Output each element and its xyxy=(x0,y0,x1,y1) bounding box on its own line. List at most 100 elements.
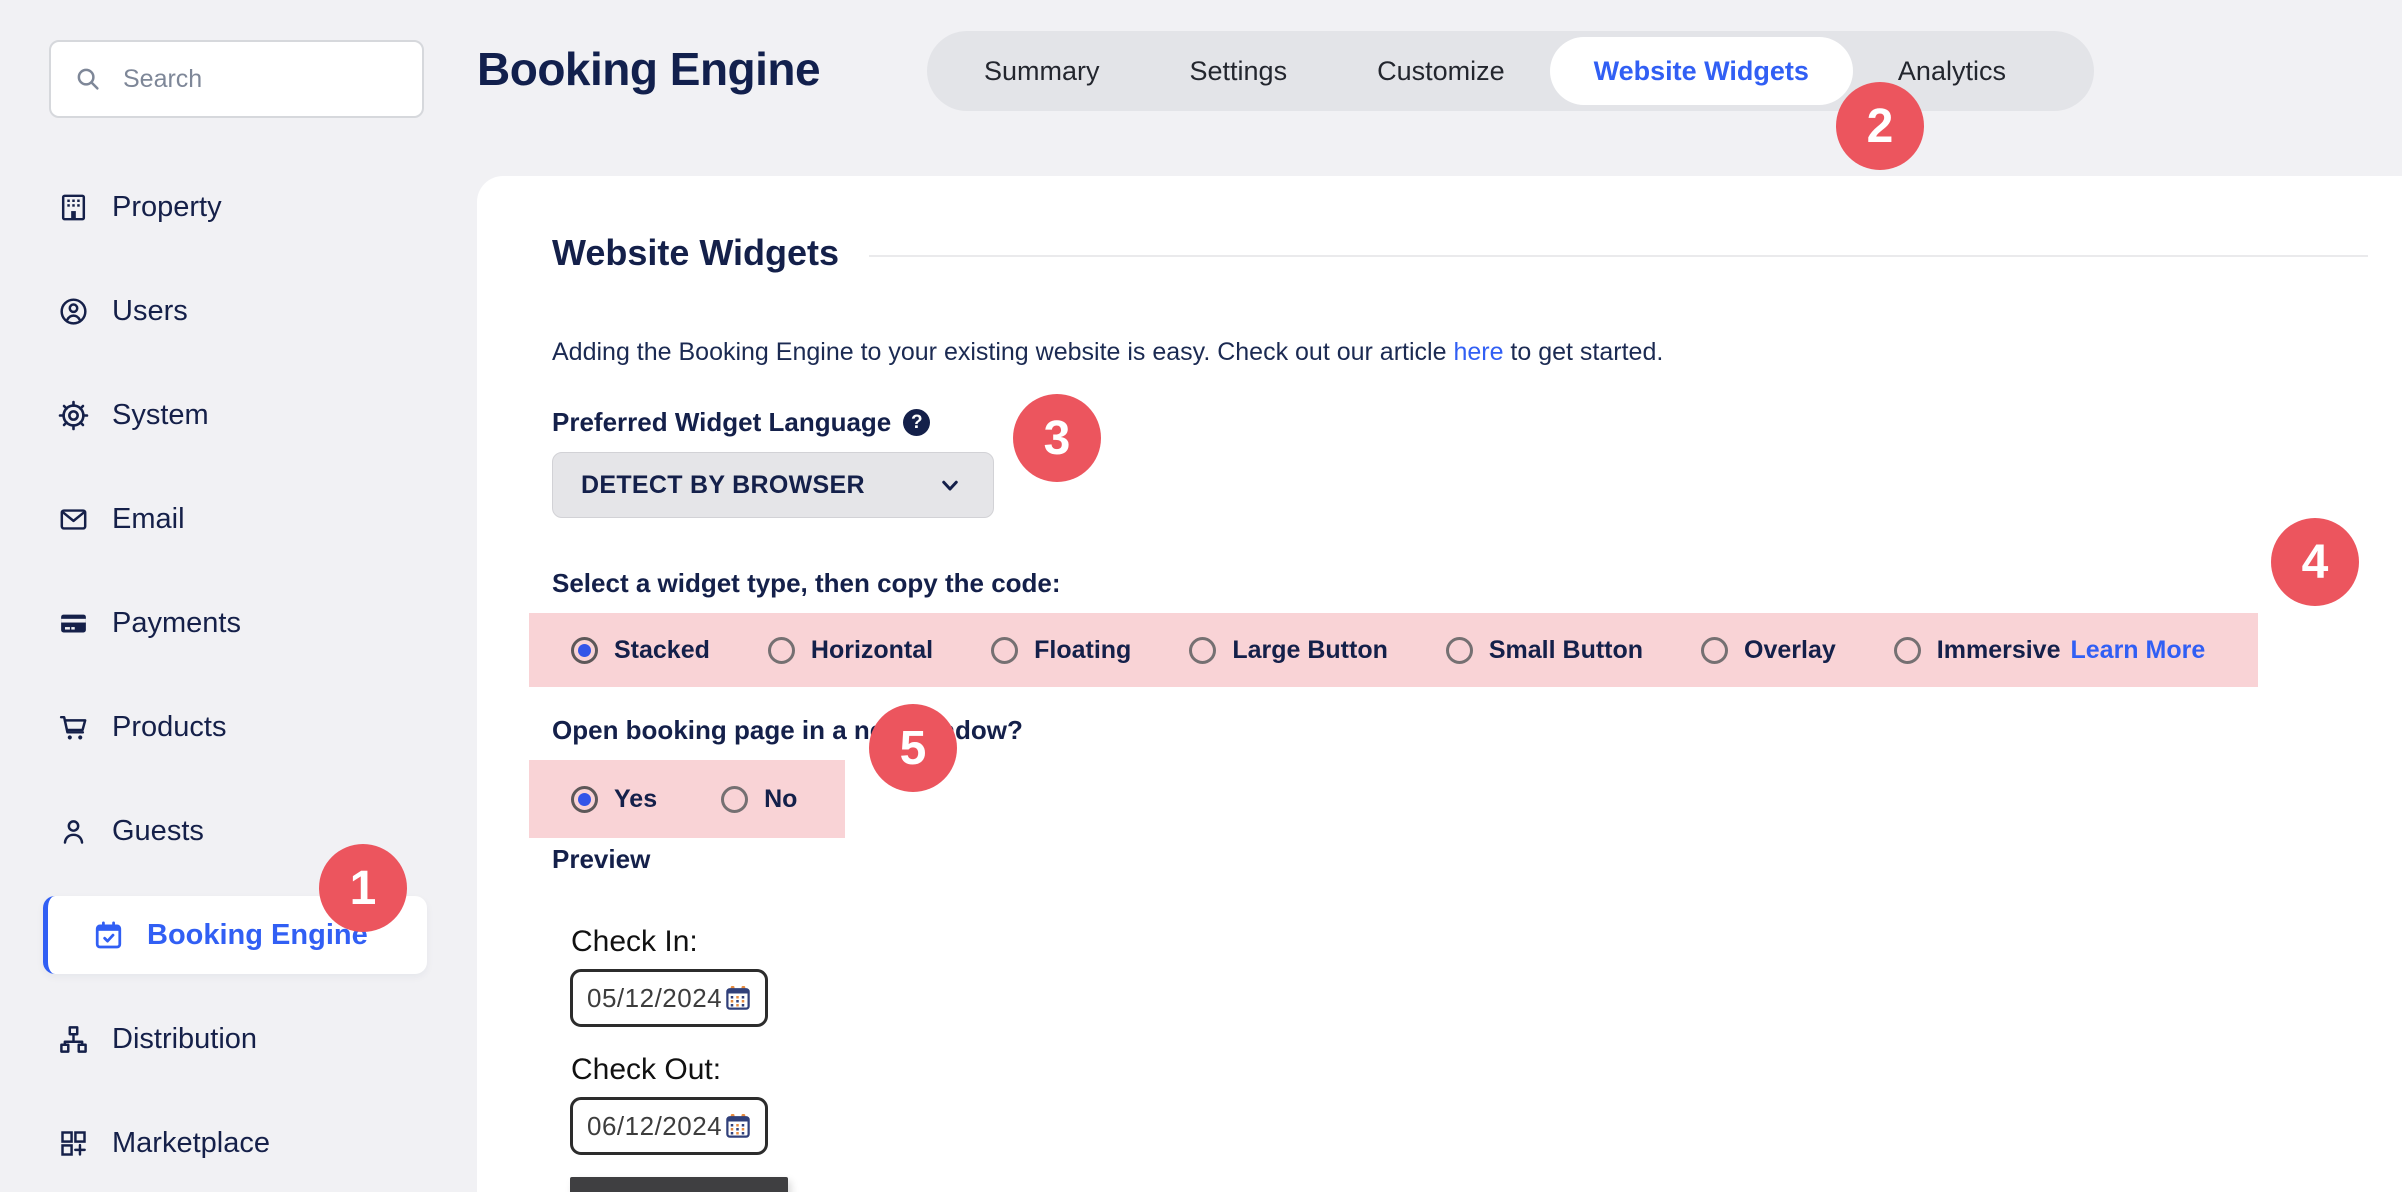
radio-label: Floating xyxy=(1034,636,1131,665)
sidebar-item-label: Booking Engine xyxy=(147,919,368,952)
annotation-badge-3: 3 xyxy=(1013,394,1101,482)
sidebar-item-property[interactable]: Property xyxy=(0,155,477,259)
tab-label: Website Widgets xyxy=(1594,56,1809,87)
language-label-row: Preferred Widget Language ? xyxy=(552,407,2342,438)
calendar-check-icon xyxy=(92,919,125,952)
help-icon[interactable]: ? xyxy=(903,409,930,436)
sidebar-item-label: Email xyxy=(112,503,185,536)
radio-icon[interactable] xyxy=(1894,637,1921,664)
sidebar-item-guests[interactable]: Guests xyxy=(0,779,477,883)
radio-icon[interactable] xyxy=(571,637,598,664)
sidebar-item-users[interactable]: Users xyxy=(0,259,477,363)
check-out-input[interactable]: 06/12/2024 xyxy=(570,1097,768,1155)
check-in-label: Check In: xyxy=(571,925,2342,959)
sidebar-item-payments[interactable]: Payments xyxy=(0,571,477,675)
radio-label: Small Button xyxy=(1489,636,1643,665)
cart-icon xyxy=(57,711,90,744)
annotation-badge-2: 2 xyxy=(1836,82,1924,170)
here-link[interactable]: here xyxy=(1453,338,1503,366)
main-content: Website Widgets Adding the Booking Engin… xyxy=(477,176,2402,1192)
calendar-icon xyxy=(723,1111,753,1141)
radio-label: Immersive xyxy=(1937,636,2061,665)
tab-bar: Summary Settings Customize Website Widge… xyxy=(927,31,2094,111)
sidebar-item-distribution[interactable]: Distribution xyxy=(0,987,477,1091)
intro-before: Adding the Booking Engine to your existi… xyxy=(552,338,1453,366)
new-window-label: Open booking page in a new window? xyxy=(552,715,2342,746)
sidebar-item-label: Marketplace xyxy=(112,1127,270,1160)
person-icon xyxy=(57,815,90,848)
tab-summary[interactable]: Summary xyxy=(939,37,1145,105)
radio-icon[interactable] xyxy=(1446,637,1473,664)
page-title: Booking Engine xyxy=(477,42,820,96)
sidebar-item-label: Distribution xyxy=(112,1023,257,1056)
tab-website-widgets[interactable]: Website Widgets xyxy=(1550,37,1853,105)
tab-settings[interactable]: Settings xyxy=(1145,37,1333,105)
radio-label: No xyxy=(764,785,797,814)
sitemap-icon xyxy=(57,1023,90,1056)
building-icon xyxy=(57,191,90,224)
radio-yes[interactable]: Yes xyxy=(571,785,657,814)
check-in-value: 05/12/2024 xyxy=(587,983,722,1014)
sidebar-item-label: Guests xyxy=(112,815,204,848)
language-dropdown-value: DETECT BY BROWSER xyxy=(581,471,865,500)
radio-icon[interactable] xyxy=(768,637,795,664)
check-out-value: 06/12/2024 xyxy=(587,1111,722,1142)
go-button[interactable]: GO xyxy=(570,1177,788,1192)
check-out-label: Check Out: xyxy=(571,1053,2342,1087)
section-heading: Website Widgets xyxy=(552,232,839,274)
credit-card-icon xyxy=(57,607,90,640)
intro-after: to get started. xyxy=(1503,338,1663,366)
annotation-badge-4: 4 xyxy=(2271,518,2359,606)
gear-icon xyxy=(57,399,90,432)
radio-immersive[interactable]: Immersive Learn More xyxy=(1894,636,2205,665)
sidebar-item-label: System xyxy=(112,399,209,432)
learn-more-link[interactable]: Learn More xyxy=(2071,636,2206,665)
new-window-options: Yes No xyxy=(529,760,845,838)
radio-large-button[interactable]: Large Button xyxy=(1189,636,1388,665)
radio-icon[interactable] xyxy=(721,786,748,813)
sidebar-item-label: Products xyxy=(112,711,226,744)
radio-icon[interactable] xyxy=(991,637,1018,664)
search-icon xyxy=(73,64,103,94)
heading-divider xyxy=(869,255,2368,257)
booking-engine-page: Property Users Sys xyxy=(0,0,2402,1192)
language-label: Preferred Widget Language xyxy=(552,407,891,438)
radio-overlay[interactable]: Overlay xyxy=(1701,636,1836,665)
sidebar-nav: Property Users Sys xyxy=(0,155,477,1192)
tab-label: Summary xyxy=(984,56,1100,87)
tab-label: Customize xyxy=(1377,56,1505,87)
tab-customize[interactable]: Customize xyxy=(1332,37,1550,105)
annotation-badge-1: 1 xyxy=(319,844,407,932)
grid-plus-icon xyxy=(57,1127,90,1160)
intro-text: Adding the Booking Engine to your existi… xyxy=(552,338,2342,367)
tab-label: Settings xyxy=(1190,56,1288,87)
sidebar-item-products[interactable]: Products xyxy=(0,675,477,779)
radio-icon[interactable] xyxy=(1189,637,1216,664)
radio-icon[interactable] xyxy=(571,786,598,813)
preview-label: Preview xyxy=(552,844,2342,875)
sidebar-item-email[interactable]: Email xyxy=(0,467,477,571)
radio-label: Large Button xyxy=(1232,636,1388,665)
tab-label: Analytics xyxy=(1898,56,2006,87)
radio-icon[interactable] xyxy=(1701,637,1728,664)
radio-floating[interactable]: Floating xyxy=(991,636,1131,665)
sidebar-item-label: Payments xyxy=(112,607,241,640)
calendar-icon xyxy=(723,983,753,1013)
annotation-badge-5: 5 xyxy=(869,704,957,792)
user-circle-icon xyxy=(57,295,90,328)
radio-no[interactable]: No xyxy=(721,785,797,814)
radio-small-button[interactable]: Small Button xyxy=(1446,636,1643,665)
check-in-input[interactable]: 05/12/2024 xyxy=(570,969,768,1027)
sidebar: Property Users Sys xyxy=(0,0,477,1192)
sidebar-item-system[interactable]: System xyxy=(0,363,477,467)
widget-type-options: Stacked Horizontal Floating Large Button… xyxy=(529,613,2258,687)
search-input[interactable] xyxy=(123,65,400,94)
radio-label: Yes xyxy=(614,785,657,814)
radio-horizontal[interactable]: Horizontal xyxy=(768,636,933,665)
language-dropdown[interactable]: DETECT BY BROWSER xyxy=(552,452,994,518)
sidebar-item-marketplace[interactable]: Marketplace xyxy=(0,1091,477,1192)
envelope-icon xyxy=(57,503,90,536)
radio-stacked[interactable]: Stacked xyxy=(571,636,710,665)
search-box[interactable] xyxy=(49,40,424,118)
radio-label: Overlay xyxy=(1744,636,1836,665)
